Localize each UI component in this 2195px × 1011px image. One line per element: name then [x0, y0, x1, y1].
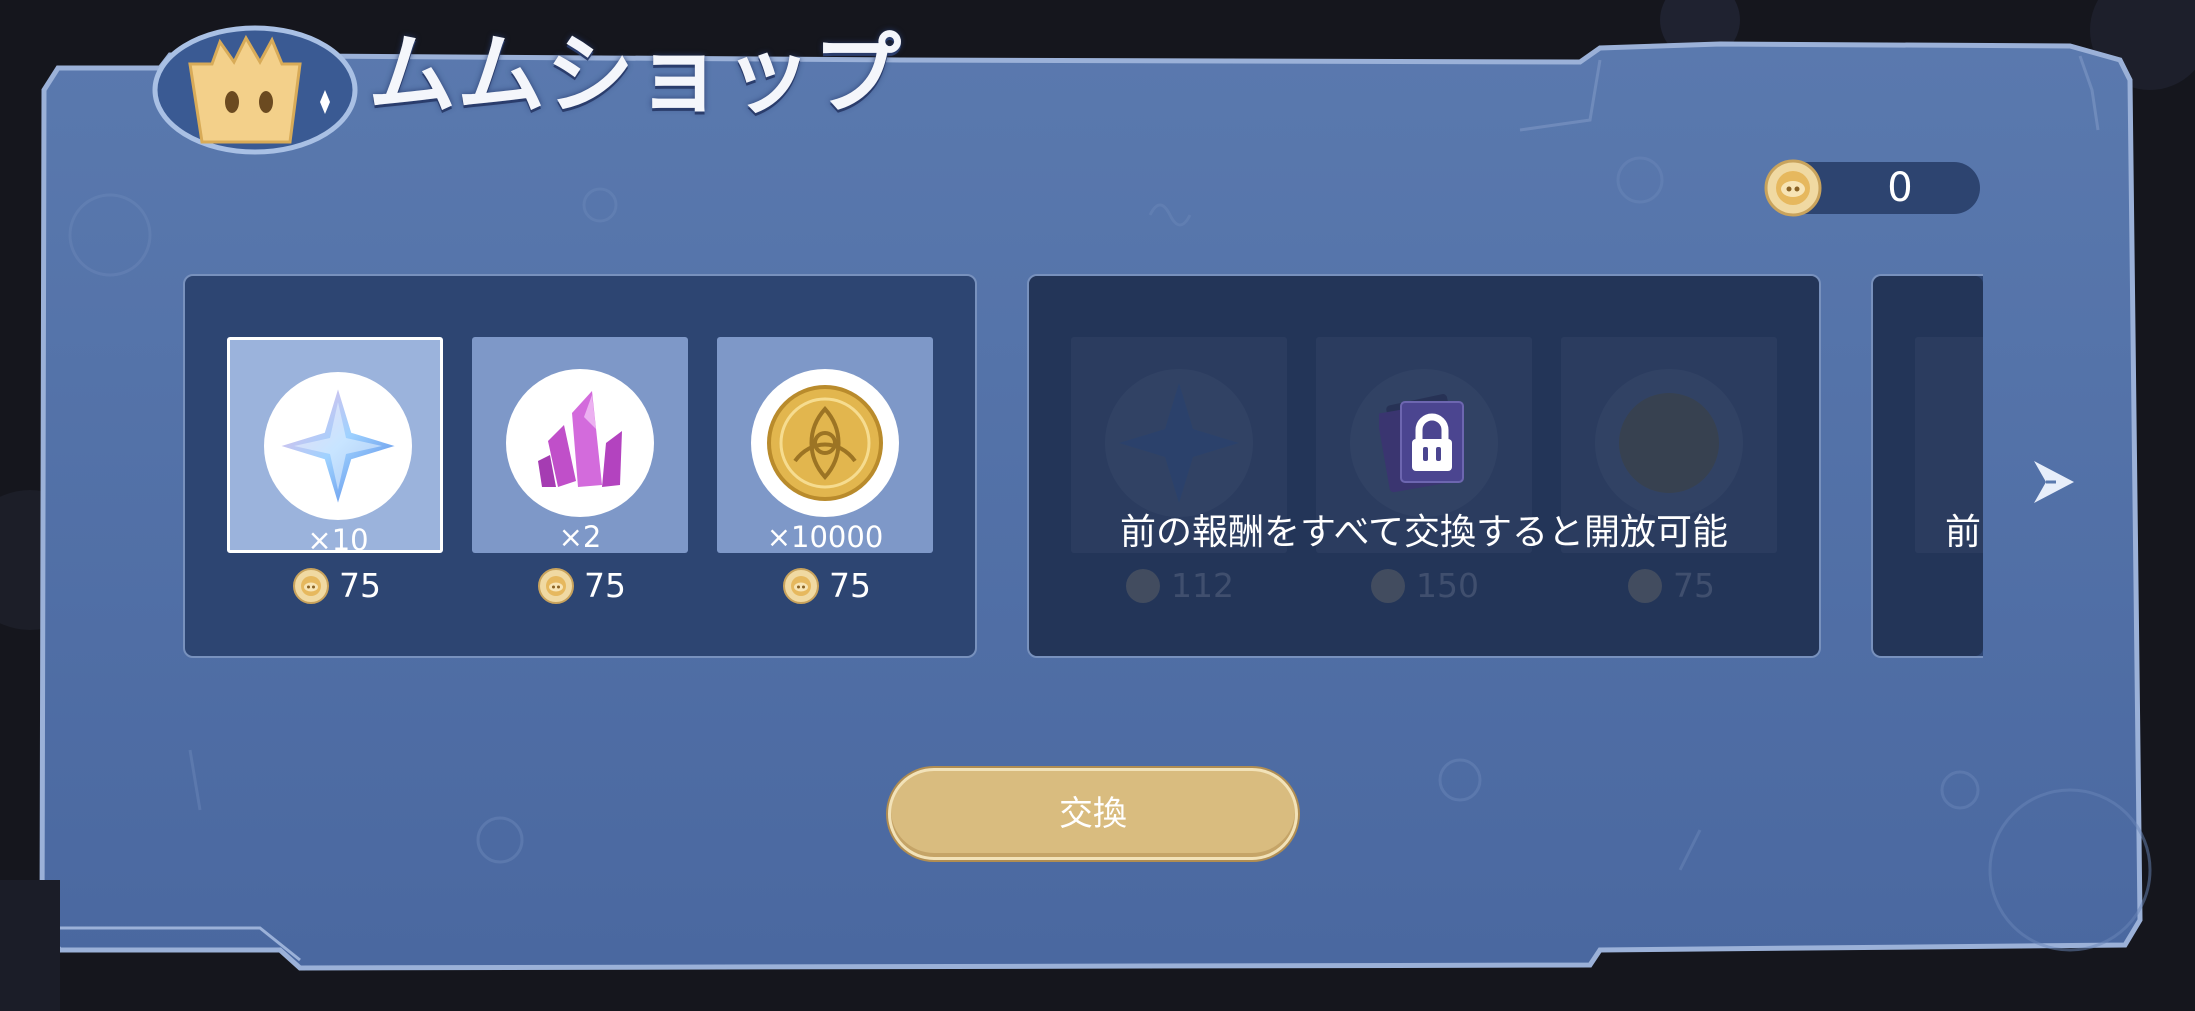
item-cost-value: 75 [829, 566, 871, 605]
shop-item-card[interactable]: ×2 [472, 337, 688, 553]
item-cost-value: 75 [339, 566, 381, 605]
item-quantity: ×10000 [766, 520, 884, 554]
item-cost-value: 75 [584, 566, 626, 605]
reward-group-2: 112 150 75 前の報酬をすべて交換すると開放可能 [1027, 274, 1821, 658]
item-quantity: ×10 [307, 523, 369, 557]
item-cost: 75 [538, 566, 648, 606]
shop-title-icon [150, 12, 360, 157]
mumu-token-icon [1764, 159, 1822, 217]
gold-mora-coin-icon [767, 385, 883, 501]
purple-crystal-icon [538, 391, 622, 487]
shop-item-card[interactable]: ×10000 [717, 337, 933, 553]
reward-group-3: 前 [1871, 274, 1983, 658]
item-cost: 75 [783, 566, 893, 606]
shop-item-card[interactable]: ×10 [227, 337, 443, 557]
exchange-button[interactable]: 交換 [888, 768, 1298, 860]
lock-overlay [1873, 276, 1983, 656]
mumu-token-icon [538, 568, 574, 604]
intertwined-fate-star-icon [274, 382, 402, 510]
shop-title: ムムショップ [368, 23, 903, 126]
mumu-token-icon [783, 568, 819, 604]
item-quantity: ×2 [558, 520, 602, 554]
next-page-arrow-icon[interactable] [2030, 455, 2078, 509]
item-cost: 75 [293, 566, 403, 606]
lock-message-partial: 前 [1945, 512, 1982, 553]
lock-icon [1377, 394, 1469, 494]
reward-group-1: ×10 ×2 ×10000 75 75 75 [183, 274, 977, 658]
currency-amount: 0 [1887, 165, 1913, 211]
mumu-token-icon [293, 568, 329, 604]
lock-message: 前の報酬をすべて交換すると開放可能 [1119, 512, 1729, 553]
